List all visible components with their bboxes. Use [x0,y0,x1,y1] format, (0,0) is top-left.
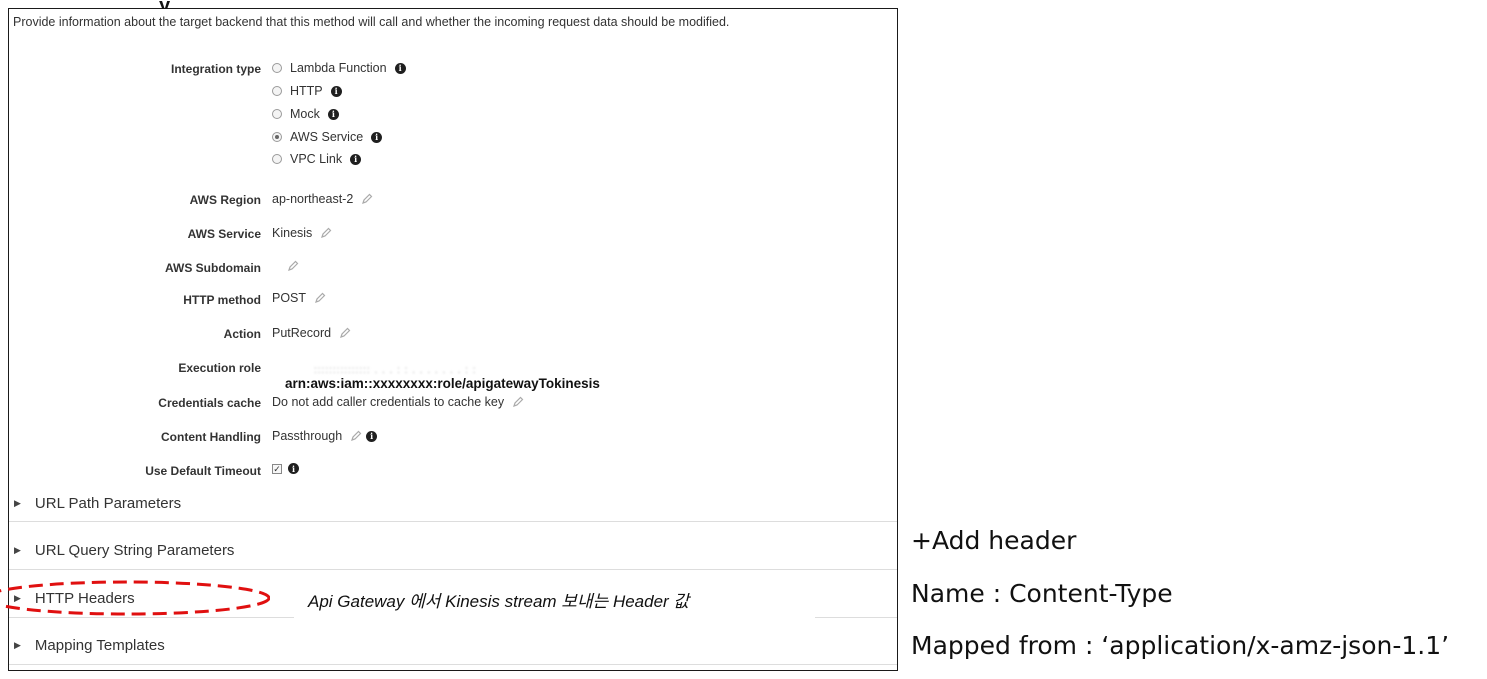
http-method-text: POST [272,291,307,305]
radio-lambda-function[interactable]: Lambda Function i [272,61,406,75]
pencil-icon[interactable] [350,430,362,442]
default-timeout-value: ✓ i [272,463,299,474]
mapped-from-note: Mapped from : ‘application/x-amz-json-1.… [911,631,1450,660]
radio-label: Mock [290,107,320,121]
pencil-icon[interactable] [339,327,351,339]
aws-subdomain-label: AWS Subdomain [165,261,261,275]
execution-role-value: arn:aws:iam::xxxxxxxx:role/apigatewayTok… [285,376,600,391]
pencil-icon[interactable] [512,396,524,408]
http-method-value: POST [272,291,326,305]
header-name-note: Name : Content-Type [911,579,1173,608]
radio-label: VPC Link [290,152,343,166]
info-icon[interactable]: i [350,153,362,165]
checkbox-icon[interactable]: ✓ [272,463,282,474]
pencil-icon[interactable] [320,227,332,239]
radio-http[interactable]: HTTP i [272,84,342,98]
content-handling-value: Passthrough i [272,429,378,443]
aws-region-label: AWS Region [189,193,261,207]
radio-label: AWS Service [290,130,364,144]
aws-service-value: Kinesis [272,226,332,240]
action-value: PutRecord [272,326,351,340]
section-title: URL Query String Parameters [34,542,235,559]
radio-icon[interactable] [272,63,282,73]
annotation-text: Api Gateway 에서 Kinesis stream 보내는 Header… [308,592,690,611]
section-url-path-parameters[interactable]: ▶ URL Path Parameters [9,480,897,527]
pencil-icon[interactable] [314,292,326,304]
radio-aws-service[interactable]: AWS Service i [272,130,383,144]
section-divider [9,664,897,665]
content-handling-text: Passthrough [272,429,343,443]
execution-role-label: Execution role [178,361,261,375]
chevron-right-icon: ▶ [14,545,21,555]
action-label: Action [223,327,261,341]
section-mapping-templates[interactable]: ▶ Mapping Templates [9,622,897,669]
credentials-cache-label: Credentials cache [158,396,261,410]
info-icon[interactable]: i [394,62,406,74]
chevron-right-icon: ▶ [14,640,21,650]
radio-icon[interactable] [272,109,282,119]
info-icon[interactable]: i [327,108,339,120]
aws-region-text: ap-northeast-2 [272,192,354,206]
info-icon[interactable]: i [371,131,383,143]
info-icon[interactable]: i [366,430,378,442]
pencil-icon[interactable] [287,260,299,272]
aws-region-value: ap-northeast-2 [272,192,373,206]
action-text: PutRecord [272,326,332,340]
info-icon[interactable]: i [330,85,342,97]
aws-service-text: Kinesis [272,226,313,240]
radio-label: Lambda Function [290,61,387,75]
radio-vpc-link[interactable]: VPC Link i [272,152,362,166]
radio-icon[interactable] [272,132,282,142]
credentials-cache-text: Do not add caller credentials to cache k… [272,395,505,409]
section-title: URL Path Parameters [34,495,182,512]
radio-label: HTTP [290,84,323,98]
radio-icon[interactable] [272,86,282,96]
section-divider [9,569,897,570]
section-url-query-string-parameters[interactable]: ▶ URL Query String Parameters [9,527,897,574]
info-icon[interactable]: i [288,463,299,474]
radio-icon[interactable] [272,154,282,164]
integration-type-label: Integration type [170,62,261,76]
http-method-label: HTTP method [183,293,261,307]
integration-intro-text: Provide information about the target bac… [13,15,730,29]
radio-mock[interactable]: Mock i [272,107,339,121]
pencil-icon[interactable] [361,193,373,205]
content-handling-label: Content Handling [161,430,261,444]
chevron-right-icon: ▶ [14,498,21,508]
credentials-cache-value: Do not add caller credentials to cache k… [272,395,524,409]
section-title: Mapping Templates [34,637,165,654]
clipped-heading-fragment: y [159,0,189,9]
add-header-note: +Add header [911,526,1077,555]
section-divider [815,617,897,618]
aws-service-label: AWS Service [187,227,261,241]
aws-subdomain-value [279,260,299,272]
redacted-arn-background: ::::::::::::::: . . . : : . . . . . . . … [314,365,477,376]
section-divider [9,521,897,522]
default-timeout-label: Use Default Timeout [145,464,261,478]
highlight-ellipse [0,580,270,616]
integration-request-panel: y Provide information about the target b… [8,0,898,671]
